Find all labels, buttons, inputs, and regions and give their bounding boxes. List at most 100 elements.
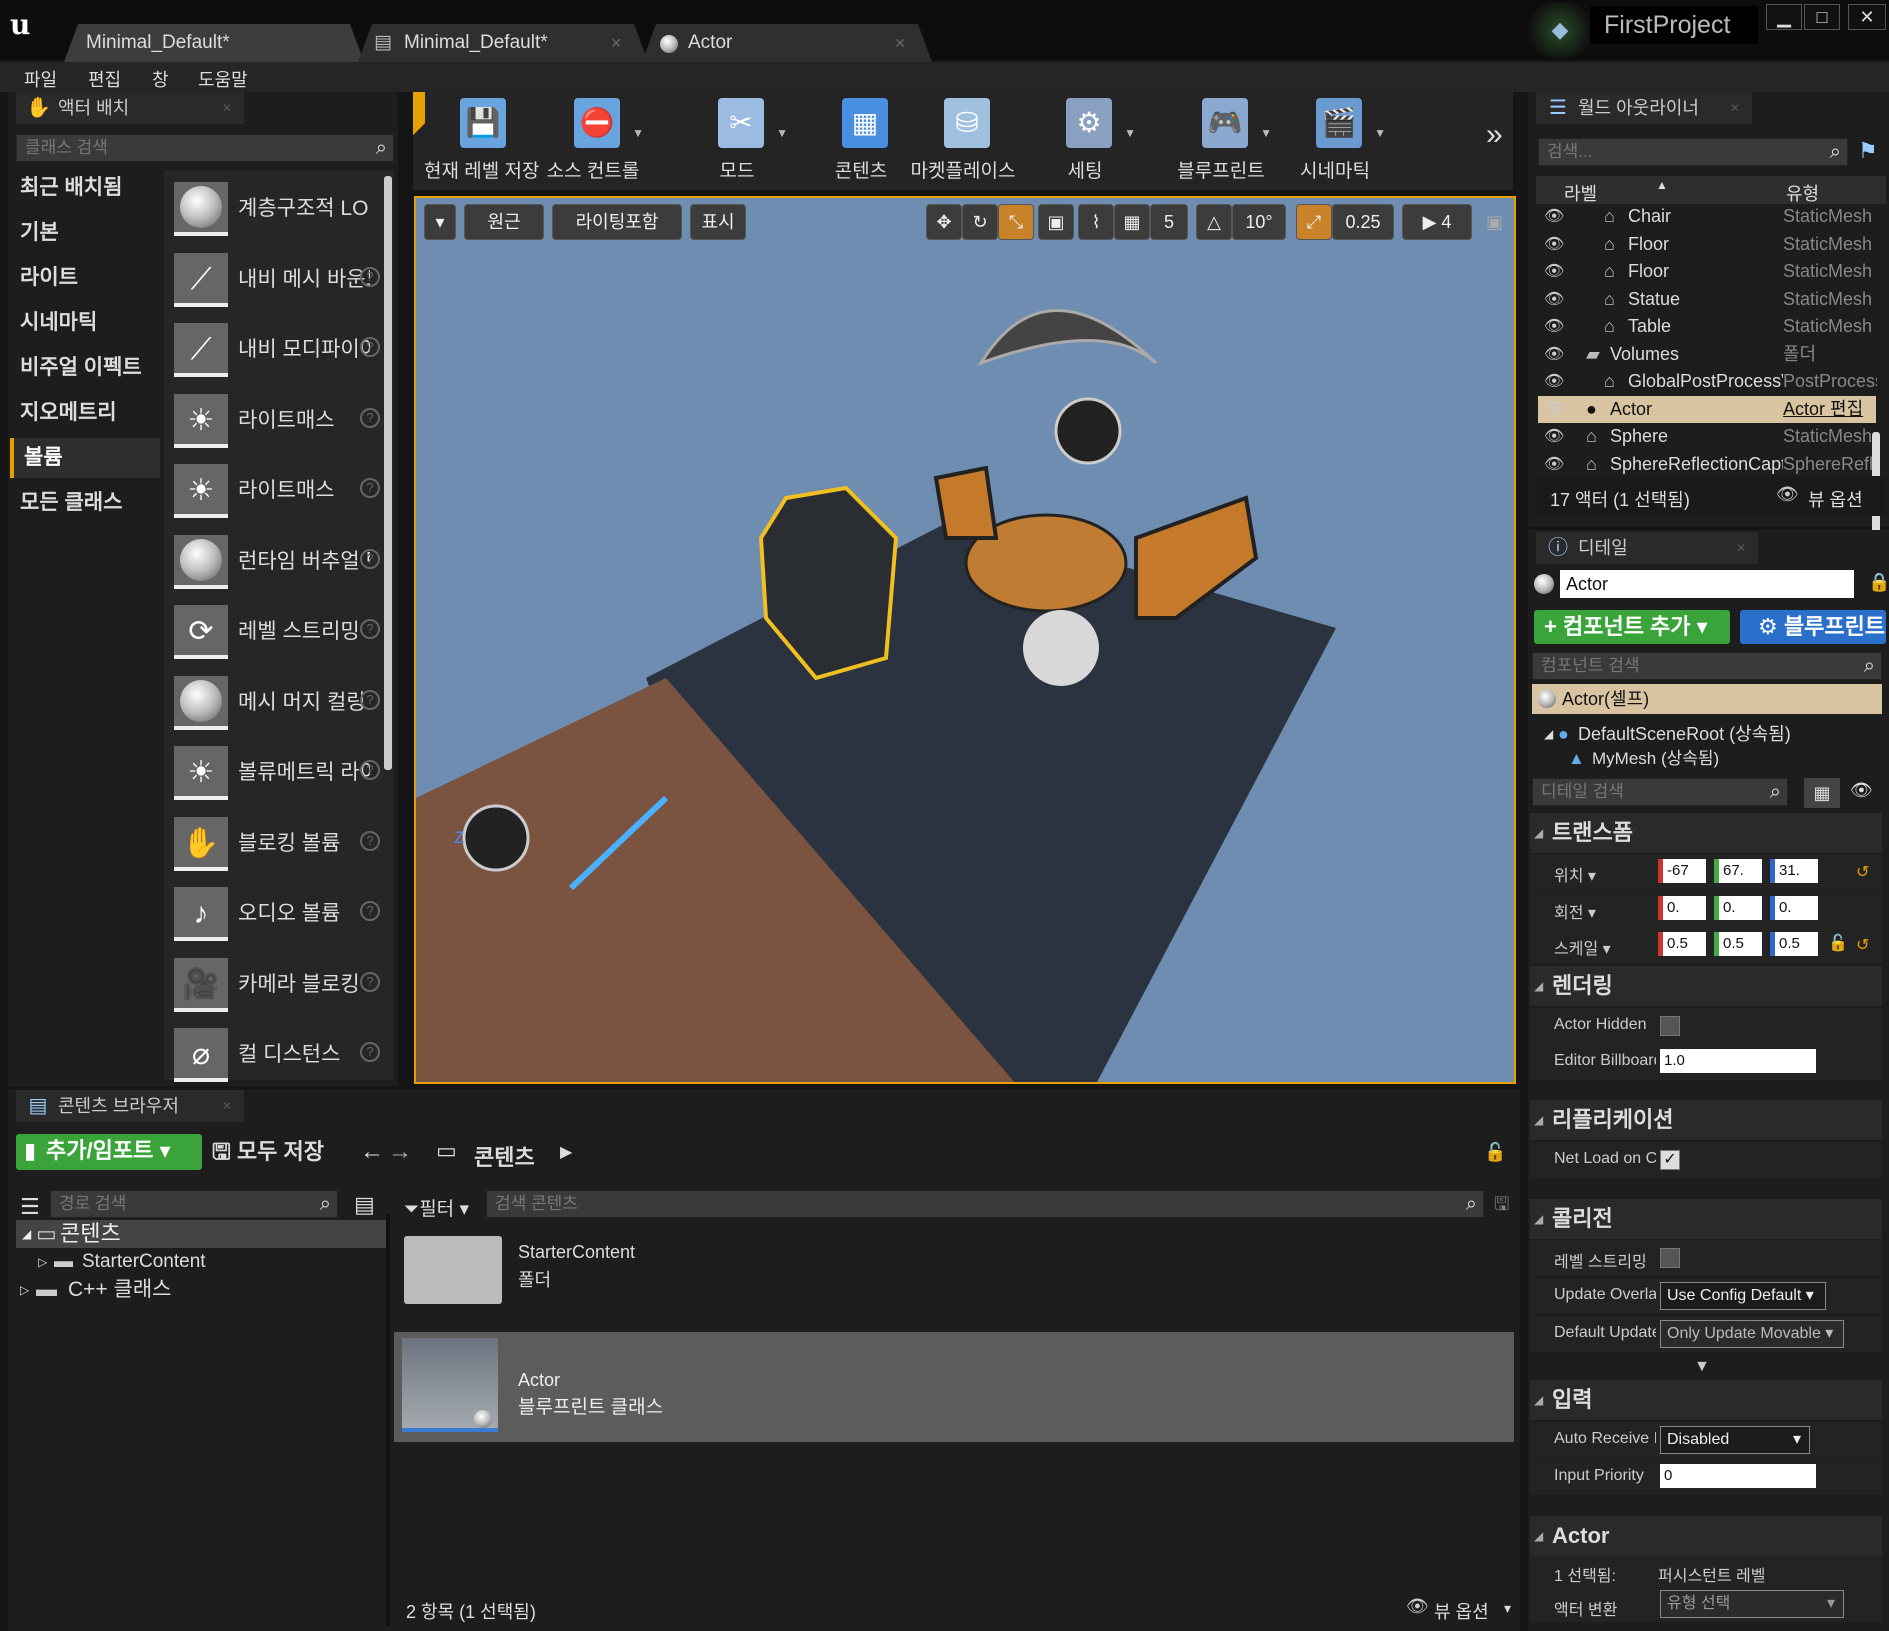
source-control-status-icon[interactable]: ◆ — [1522, 2, 1598, 58]
tree-row-starter-content[interactable]: ▷ ▬ StarterContent — [28, 1250, 388, 1274]
scale-z[interactable]: 0.5 — [1770, 932, 1818, 956]
chevron-down-icon[interactable]: ▼ — [1124, 126, 1136, 140]
section-rendering[interactable]: 렌더링 — [1530, 966, 1882, 1006]
rotation-z[interactable]: 0. — [1770, 896, 1818, 920]
visibility-eye-icon[interactable]: 👁 — [1544, 258, 1564, 285]
tab-content-browser[interactable]: ▤ 콘텐츠 브라우저 ✕ — [16, 1090, 244, 1122]
default-update-dropdown[interactable]: Only Update Movable ▾ — [1660, 1320, 1844, 1348]
visibility-eye-icon[interactable]: 👁 — [1544, 231, 1564, 258]
section-actor[interactable]: Actor — [1530, 1516, 1882, 1556]
doc-tab-level-1[interactable]: Minimal_Default* — [64, 24, 364, 62]
outliner-row[interactable]: 👁 ⌂ Floor StaticMesh — [1538, 258, 1876, 285]
tree-row-cpp-classes[interactable]: ▷ ▬ C++ 클래스 — [14, 1276, 374, 1304]
tab-world-outliner[interactable]: ☰ 월드 아웃라이너 ✕ — [1536, 92, 1752, 124]
component-my-mesh[interactable]: ▲ MyMesh (상속됨) — [1562, 748, 1882, 770]
component-default-scene-root[interactable]: ◢ ● DefaultSceneRoot (상속됨) — [1542, 720, 1882, 748]
section-collision[interactable]: 콜리전 — [1530, 1199, 1882, 1239]
surface-snap-button[interactable]: ⌇ — [1078, 204, 1114, 240]
location-y[interactable]: 67. — [1714, 859, 1762, 883]
viewport[interactable]: Z — [414, 196, 1516, 1084]
add-component-button[interactable]: + 컴포넌트 추가 ▾ — [1534, 610, 1730, 644]
outliner-row[interactable]: 👁 ⌂ Table StaticMesh — [1538, 313, 1876, 340]
help-icon[interactable]: ? — [360, 478, 380, 498]
breadcrumb-content[interactable]: 콘텐츠 — [474, 1140, 535, 1172]
rotate-tool-button[interactable]: ↻ — [962, 204, 998, 240]
path-list-icon[interactable]: ▤ — [354, 1192, 375, 1218]
actor-item[interactable]: ⟳ 레벨 스트리밍? — [172, 603, 380, 673]
visibility-eye-icon[interactable]: 👁 — [1544, 341, 1564, 368]
net-load-checkbox[interactable]: ✓ — [1660, 1150, 1680, 1170]
toolbar-button-save[interactable]: 💾 현재 레벨 저장 — [424, 92, 539, 188]
breadcrumb-arrow-icon[interactable]: ▶ — [560, 1142, 572, 1162]
save-all-button[interactable]: 🖫 모두 저장 — [212, 1134, 342, 1170]
rotation-snap-value[interactable]: 10° — [1232, 204, 1286, 240]
section-replication[interactable]: 리플리케이션 — [1530, 1100, 1882, 1140]
forward-arrow-icon[interactable]: → — [388, 1138, 412, 1166]
category-visual-effects[interactable]: 비주얼 이펙트 — [10, 348, 160, 388]
chevron-down-icon[interactable]: ▼ — [632, 126, 644, 140]
close-icon[interactable]: ✕ — [894, 24, 906, 62]
actors-list-scrollbar[interactable] — [384, 176, 392, 770]
actor-item[interactable]: ✋ 블로킹 볼륨? — [172, 815, 380, 885]
unreal-logo-icon[interactable]: u — [10, 8, 46, 44]
filter-button[interactable]: ⏷필터 ▾ — [404, 1194, 469, 1221]
save-search-icon[interactable]: 🖫 — [1494, 1192, 1509, 1222]
category-lights[interactable]: 라이트 — [10, 258, 160, 298]
chevron-down-icon[interactable]: ▼ — [1374, 126, 1386, 140]
content-search-input[interactable]: 검색 콘텐츠 ⌕ — [486, 1190, 1484, 1218]
maximize-button[interactable]: □ — [1804, 4, 1840, 30]
show-button[interactable]: 표시 — [690, 204, 746, 240]
outliner-row[interactable]: 👁 ⌂ Statue StaticMesh — [1538, 286, 1876, 313]
actor-item[interactable]: ⟋ 내비 메시 바운드? — [172, 251, 380, 321]
help-icon[interactable]: ? — [360, 689, 380, 710]
chevron-down-icon[interactable]: ▼ — [1260, 126, 1272, 140]
section-input[interactable]: 입력 — [1530, 1380, 1882, 1420]
help-icon[interactable]: ? — [360, 619, 380, 639]
actor-item[interactable]: ☀ 볼류메트릭 라이트? — [172, 744, 380, 814]
viewport-options-button[interactable]: ▾ — [424, 204, 456, 240]
add-import-button[interactable]: ▮ 추가/임포트 ▾ — [16, 1134, 202, 1170]
world-local-button[interactable]: ▣ — [1038, 204, 1074, 240]
help-icon[interactable]: ? — [360, 830, 380, 851]
actor-item[interactable]: 메시 머지 컬링? — [172, 674, 380, 744]
scale-y[interactable]: 0.5 — [1714, 932, 1762, 956]
visibility-eye-icon[interactable]: 👁 — [1544, 286, 1564, 313]
editor-billboard-input[interactable]: 1.0 — [1660, 1049, 1816, 1073]
toolbar-button-blueprint[interactable]: 🎮 블루프린트 ▼ — [1166, 92, 1276, 188]
help-icon[interactable]: ? — [360, 266, 380, 287]
outliner-row[interactable]: 👁 ⌂ GlobalPostProcessVolumePostProcess — [1538, 368, 1877, 395]
reset-icon[interactable]: ↺ — [1856, 862, 1869, 882]
lock-icon[interactable]: 🔒 — [1868, 572, 1889, 593]
auto-receive-dropdown[interactable]: Disabled ▾ — [1660, 1426, 1810, 1454]
actor-hidden-checkbox[interactable] — [1660, 1016, 1680, 1036]
visibility-eye-icon[interactable]: 👁 — [1544, 396, 1564, 423]
selected-level-value[interactable]: 퍼시스턴트 레벨 — [1658, 1562, 1766, 1586]
help-icon[interactable]: ? — [360, 760, 380, 780]
camera-speed-button[interactable]: ▶ 4 — [1402, 204, 1472, 240]
close-window-button[interactable]: ✕ — [1848, 4, 1886, 30]
outliner-row-type[interactable]: Actor 편집 — [1783, 396, 1877, 423]
actor-item[interactable]: ♪ 오디오 볼륨? — [172, 885, 380, 955]
outliner-row[interactable]: 👁 ⌂ Sphere StaticMesh — [1538, 423, 1876, 450]
visibility-eye-icon[interactable]: 👁 — [1544, 423, 1564, 450]
close-icon[interactable]: ✕ — [222, 92, 232, 124]
add-filter-icon[interactable]: ⚑ — [1858, 138, 1878, 164]
visibility-eye-icon[interactable]: 👁 — [1544, 368, 1564, 395]
close-icon[interactable]: ✕ — [1736, 532, 1746, 564]
visibility-eye-icon[interactable]: 👁 — [1850, 780, 1873, 801]
actor-item[interactable]: ⌀ 컬 디스턴스? — [172, 1026, 380, 1096]
chevron-down-icon[interactable]: ▼ — [776, 126, 788, 140]
rotation-snap-button[interactable]: △ — [1196, 204, 1232, 240]
blueprint-button[interactable]: ⚙ 블루프린트▾ — [1740, 610, 1886, 673]
minimize-button[interactable]: ▁ — [1766, 4, 1802, 30]
help-icon[interactable]: ? — [360, 971, 380, 992]
view-options-button[interactable]: 뷰 옵션 — [1434, 1598, 1489, 1624]
close-icon[interactable]: ✕ — [222, 1090, 232, 1122]
location-x[interactable]: -67 — [1658, 859, 1706, 883]
help-icon[interactable]: ? — [360, 1042, 380, 1062]
rotation-y[interactable]: 0. — [1714, 896, 1762, 920]
outliner-row[interactable]: 👁 ● Actor Actor 편집 — [1538, 395, 1877, 423]
asset-actor-blueprint[interactable]: Actor 블루프린트 클래스 — [394, 1332, 1514, 1442]
scale-x[interactable]: 0.5 — [1658, 932, 1706, 956]
perspective-button[interactable]: 원근 — [464, 204, 544, 240]
